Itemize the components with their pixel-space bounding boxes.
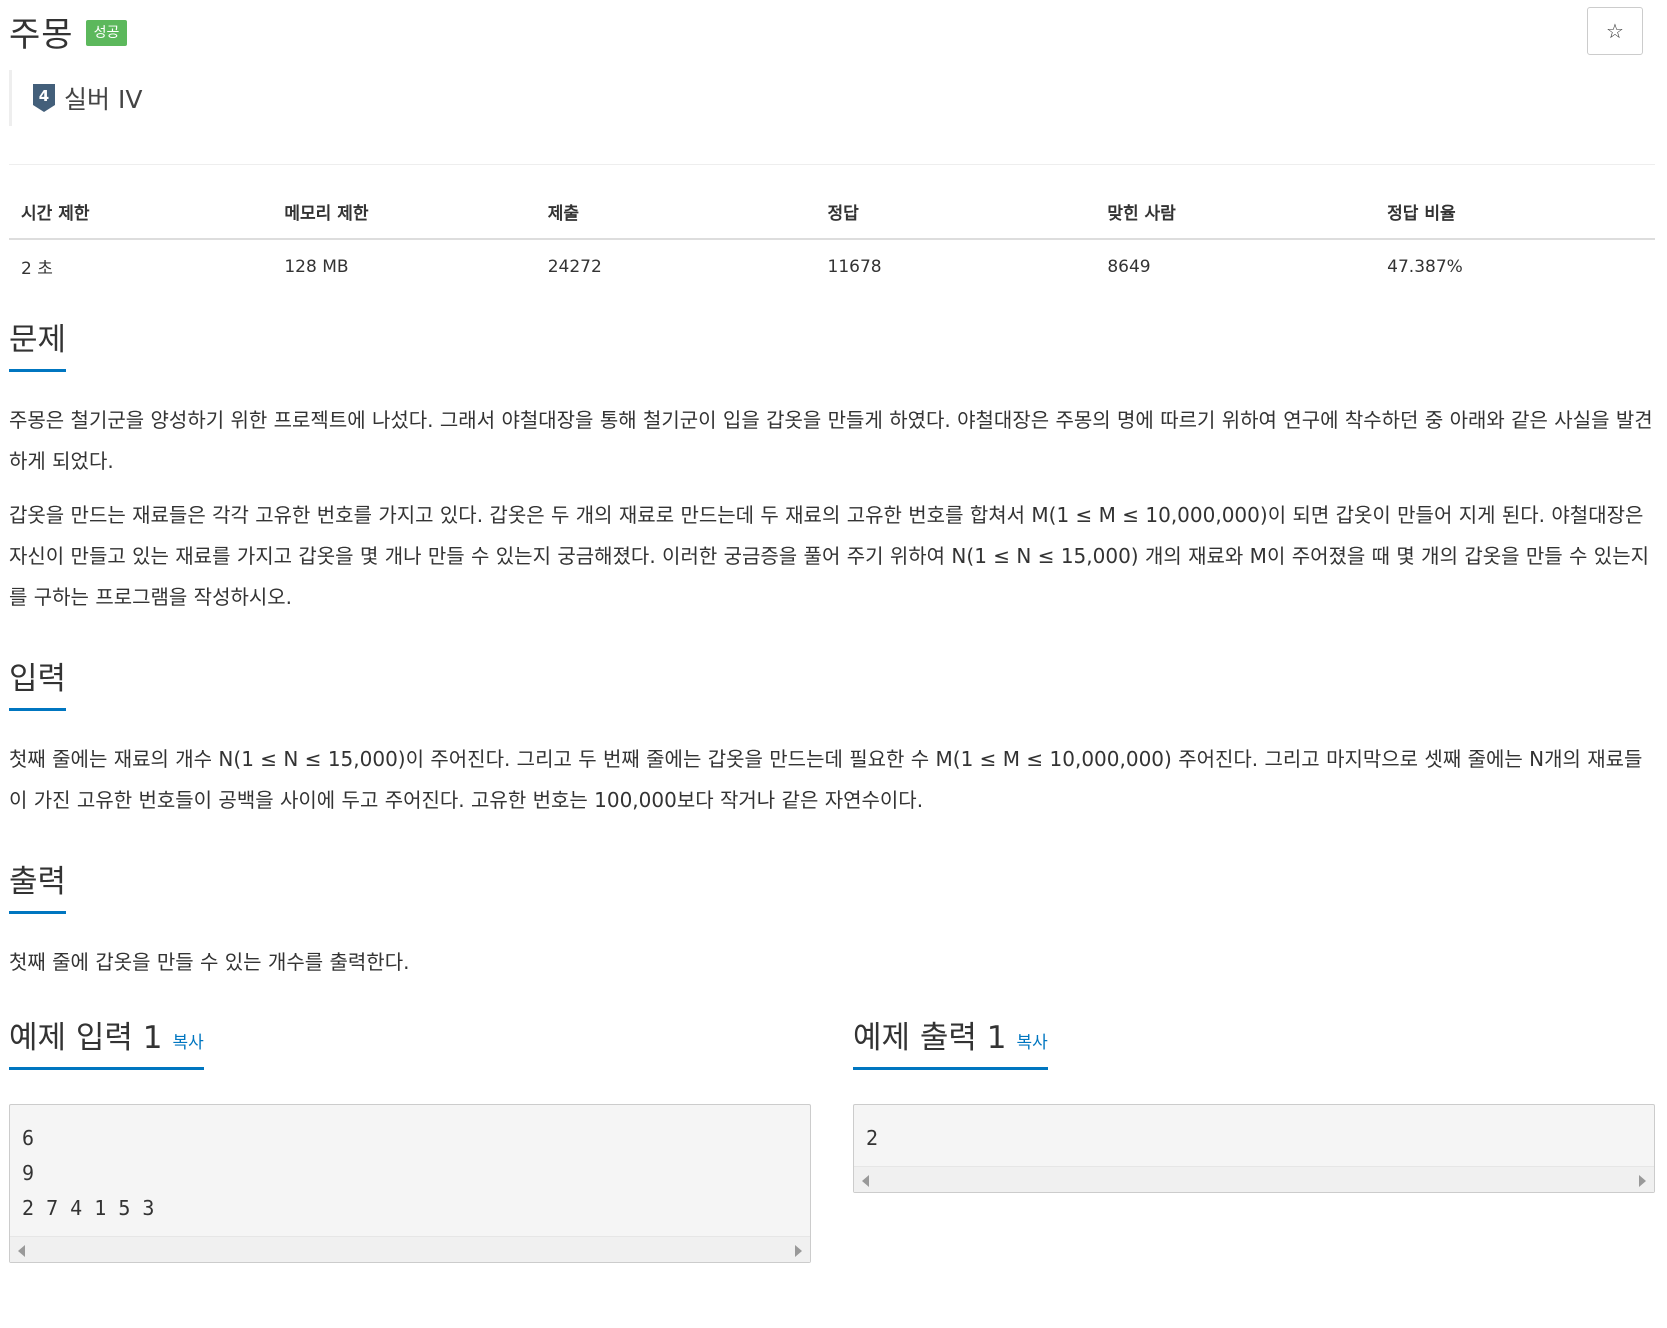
scroll-right-icon[interactable]: [1639, 1175, 1646, 1188]
input-section-header: 입력: [9, 662, 1655, 712]
accept-ratio-value: 47.387%: [1387, 256, 1463, 277]
output-description: 첫째 줄에 갑옷을 만들 수 있는 개수를 출력한다.: [9, 950, 410, 975]
problem-description-paragraph: 갑옷을 만드는 재료들은 각각 고유한 번호를 가지고 있다. 갑옷은 두 개의…: [9, 503, 1649, 610]
tier-row: 4 실버 IV: [9, 70, 1655, 126]
sample-output-column: 예제 출력 1 복사 2: [853, 1021, 1655, 1263]
copy-sample-input-button[interactable]: 복사: [173, 1033, 204, 1053]
copy-sample-output-button[interactable]: 복사: [1017, 1033, 1048, 1053]
input-heading: 입력: [9, 662, 67, 712]
header-memory-limit: 메모리 제한: [272, 199, 536, 240]
star-button[interactable]: ☆: [1587, 7, 1643, 55]
header-solved-users: 맞힌 사람: [1095, 199, 1376, 240]
scroll-left-icon[interactable]: [18, 1245, 25, 1258]
problem-title: 주몽: [9, 14, 74, 55]
sample-output-box[interactable]: 2: [853, 1104, 1655, 1194]
output-heading: 출력: [9, 865, 67, 915]
tier-number: 4: [39, 87, 49, 105]
sample-input-box[interactable]: 6 9 2 7 4 1 5 3: [9, 1104, 811, 1264]
problem-info-table: 시간 제한 메모리 제한 제출 정답 맞힌 사람 정답 비율 2 초 128 M…: [9, 199, 1655, 279]
star-icon: ☆: [1606, 20, 1624, 43]
sample-output-heading: 예제 출력 1: [853, 1020, 1007, 1057]
samples-row: 예제 입력 1 복사 6 9 2 7 4 1 5 3 예제 출력 1 복사 2: [9, 1020, 1655, 1264]
input-description: 첫째 줄에는 재료의 개수 N(1 ≤ N ≤ 15,000)이 주어진다. 그…: [9, 747, 1643, 813]
sample-input-heading: 예제 입력 1: [9, 1020, 163, 1057]
sample-input-column: 예제 입력 1 복사 6 9 2 7 4 1 5 3: [9, 1020, 811, 1264]
header-accept-ratio: 정답 비율: [1375, 199, 1655, 240]
tier-badge-icon: 4: [33, 84, 55, 112]
sample-input-header: 예제 입력 1 복사: [9, 1020, 811, 1071]
header-submissions: 제출: [535, 199, 816, 240]
scroll-right-icon[interactable]: [795, 1245, 802, 1258]
table-row: 2 초 128 MB 24272 11678 8649 47.387%: [9, 239, 1655, 280]
accepted-value: 11678: [827, 256, 882, 277]
tier-name: 실버 IV: [64, 85, 143, 114]
horizontal-scrollbar[interactable]: [854, 1166, 1654, 1193]
sample-input-content: 6 9 2 7 4 1 5 3: [22, 1126, 155, 1221]
problem-description-paragraph: 주몽은 철기군을 양성하기 위한 프로젝트에 나섰다. 그래서 야철대장을 통해…: [9, 408, 1653, 474]
time-limit-value: 2 초: [21, 259, 53, 279]
solved-users-value: 8649: [1107, 256, 1151, 277]
output-section-header: 출력: [9, 865, 1655, 915]
submissions-value: 24272: [547, 256, 602, 277]
horizontal-scrollbar[interactable]: [10, 1236, 810, 1263]
divider: [9, 164, 1655, 165]
problem-section-header: 문제: [9, 323, 1655, 373]
sample-output-header: 예제 출력 1 복사: [853, 1020, 1655, 1071]
header-accepted: 정답: [815, 199, 1096, 240]
table-header-row: 시간 제한 메모리 제한 제출 정답 맞힌 사람 정답 비율: [9, 199, 1655, 240]
scroll-left-icon[interactable]: [862, 1175, 869, 1188]
status-badge: 성공: [85, 20, 128, 46]
problem-heading: 문제: [9, 323, 67, 373]
problem-page: 주몽 성공 ☆ 4 실버 IV 시간 제한 메모리 제한 제출 정답 맞힌 사람…: [0, 0, 1667, 1328]
title-row: 주몽 성공 ☆: [9, 0, 1655, 70]
header-time-limit: 시간 제한: [9, 199, 273, 240]
memory-limit-value: 128 MB: [284, 256, 349, 277]
sample-output-content: 2: [866, 1126, 879, 1151]
